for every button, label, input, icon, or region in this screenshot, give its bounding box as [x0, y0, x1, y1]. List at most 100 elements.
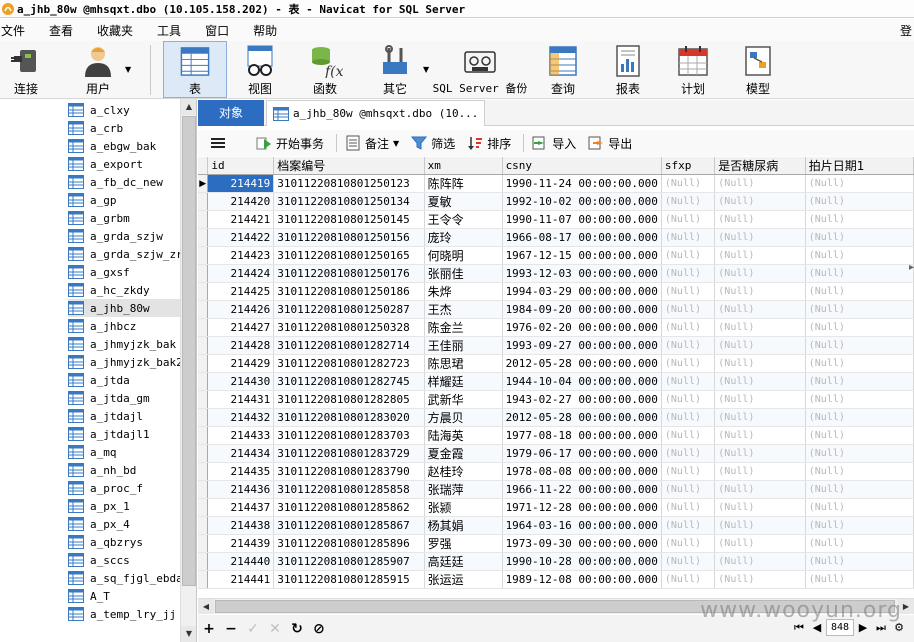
schedule-button[interactable]: 计划 — [671, 41, 715, 98]
table-row[interactable]: 214436 31011220810801285858 张瑞萍 1966-11-22 … — [198, 480, 914, 499]
table-row[interactable]: 214437 31011220810801285862 张颍 1971-12-28 0… — [198, 498, 914, 517]
cell-null[interactable]: (Null) — [805, 498, 914, 517]
cell-null[interactable]: (Null) — [805, 552, 914, 571]
cell-id[interactable]: 214433 — [207, 426, 275, 445]
cell-file-number[interactable]: 31011220810801285858 — [273, 480, 425, 499]
row-indicator[interactable] — [198, 516, 209, 535]
cell-null[interactable]: (Null) — [805, 174, 914, 193]
cell-file-number[interactable]: 31011220810801283020 — [273, 408, 425, 427]
row-indicator[interactable] — [198, 264, 209, 283]
tree-item-a-proc-f[interactable]: a_proc_f — [68, 479, 180, 497]
cell-birth-date[interactable]: 1993-12-03 00:00:00.000 — [502, 264, 662, 283]
table-row[interactable]: 214422 31011220810801250156 庞玲 1966-08-17 0… — [198, 228, 914, 247]
cell-file-number[interactable]: 31011220810801283729 — [273, 444, 425, 463]
cell-id[interactable]: 214432 — [207, 408, 275, 427]
tree-item-a-jhb-80w[interactable]: a_jhb_80w — [68, 299, 180, 317]
table-row[interactable]: 214427 31011220810801250328 陈金兰 1976-02-20 … — [198, 318, 914, 337]
cell-name[interactable]: 王令令 — [424, 210, 503, 229]
cell-null[interactable]: (Null) — [661, 210, 716, 229]
tree-item-a-jtda-gm[interactable]: a_jtda_gm — [68, 389, 180, 407]
cell-id[interactable]: 214426 — [207, 300, 275, 319]
cell-null[interactable]: (Null) — [661, 408, 716, 427]
cell-birth-date[interactable]: 1994-03-29 00:00:00.000 — [502, 282, 662, 301]
cell-null[interactable]: (Null) — [661, 336, 716, 355]
tree-item-a-crb[interactable]: a_crb — [68, 119, 180, 137]
cell-null[interactable]: (Null) — [714, 192, 806, 211]
tree-item-a-nh-bd[interactable]: a_nh_bd — [68, 461, 180, 479]
refresh-icon[interactable]: ↻ — [286, 621, 308, 637]
cell-null[interactable]: (Null) — [805, 318, 914, 337]
cell-null[interactable]: (Null) — [714, 372, 806, 391]
cell-null[interactable]: (Null) — [661, 552, 716, 571]
cell-id[interactable]: 214431 — [207, 390, 275, 409]
apply-check-icon[interactable]: ✓ — [242, 621, 264, 637]
cell-null[interactable]: (Null) — [714, 480, 806, 499]
cell-null[interactable]: (Null) — [714, 336, 806, 355]
column-header-xm[interactable]: xm — [424, 157, 503, 175]
table-row[interactable]: 214441 31011220810801285915 张运运 1989-12-08 … — [198, 570, 914, 589]
tab-table-data[interactable]: a_jhb_80w @mhsqxt.dbo (10... — [266, 100, 486, 126]
cell-id[interactable]: 214422 — [207, 228, 275, 247]
cell-null[interactable]: (Null) — [714, 246, 806, 265]
row-indicator[interactable] — [198, 300, 209, 319]
cell-id[interactable]: 214424 — [207, 264, 275, 283]
table-row[interactable]: 214438 31011220810801285867 杨其娟 1964-03-16 … — [198, 516, 914, 535]
cell-name[interactable]: 张瑞萍 — [424, 480, 503, 499]
tree-scroll-thumb[interactable] — [182, 116, 196, 586]
column-header-csny[interactable]: csny — [502, 157, 662, 175]
cell-id[interactable]: 214425 — [207, 282, 275, 301]
cell-null[interactable]: (Null) — [714, 444, 806, 463]
cell-file-number[interactable]: 31011220810801250145 — [273, 210, 425, 229]
note-dropdown-icon[interactable]: ▼ — [393, 139, 399, 148]
cell-null[interactable]: (Null) — [661, 390, 716, 409]
cell-null[interactable]: (Null) — [805, 264, 914, 283]
tab-objects[interactable]: 对象 — [198, 100, 264, 126]
tree-item-a-grbm[interactable]: a_grbm — [68, 209, 180, 227]
table-row[interactable]: 214439 31011220810801285896 罗强 1973-09-30 0… — [198, 534, 914, 553]
menu-file[interactable]: 文件 — [0, 22, 26, 39]
column-header-file-number[interactable]: 档案编号 — [273, 157, 425, 175]
tree-item-a-fb-dc-new[interactable]: a_fb_dc_new — [68, 173, 180, 191]
report-button[interactable]: 报表 — [606, 41, 650, 98]
other-dropdown-icon[interactable]: ▼ — [423, 65, 429, 74]
cell-birth-date[interactable]: 1966-11-22 00:00:00.000 — [502, 480, 662, 499]
cell-id[interactable]: 214437 — [207, 498, 275, 517]
tree-item-a-sccs[interactable]: a_sccs — [68, 551, 180, 569]
row-indicator[interactable] — [198, 354, 209, 373]
cell-id[interactable]: 214428 — [207, 336, 275, 355]
scroll-left-icon[interactable]: ◀ — [198, 599, 214, 614]
table-row[interactable]: 214421 31011220810801250145 王令令 1990-11-07 … — [198, 210, 914, 229]
row-indicator[interactable] — [198, 192, 209, 211]
cell-id[interactable]: 214438 — [207, 516, 275, 535]
cell-birth-date[interactable]: 1993-09-27 00:00:00.000 — [502, 336, 662, 355]
model-button[interactable]: 模型 — [736, 41, 780, 98]
cell-birth-date[interactable]: 1979-06-17 00:00:00.000 — [502, 444, 662, 463]
cell-birth-date[interactable]: 1964-03-16 00:00:00.000 — [502, 516, 662, 535]
tree-item-a-px-1[interactable]: a_px_1 — [68, 497, 180, 515]
cell-null[interactable]: (Null) — [714, 408, 806, 427]
cell-null[interactable]: (Null) — [805, 480, 914, 499]
row-indicator[interactable] — [198, 480, 209, 499]
cell-null[interactable]: (Null) — [714, 516, 806, 535]
cell-id[interactable]: 214429 — [207, 354, 275, 373]
tree-item-a-grda-szjw[interactable]: a_grda_szjw — [68, 227, 180, 245]
table-row[interactable]: 214428 31011220810801282714 王佳丽 1993-09-27 … — [198, 336, 914, 355]
row-indicator[interactable] — [198, 570, 209, 589]
tree-item-a-px-4[interactable]: a_px_4 — [68, 515, 180, 533]
cell-null[interactable]: (Null) — [661, 354, 716, 373]
cell-null[interactable]: (Null) — [661, 462, 716, 481]
user-dropdown-icon[interactable]: ▼ — [125, 65, 131, 74]
cell-name[interactable]: 赵桂玲 — [424, 462, 503, 481]
tree-item-a-jhmyjzk-bak[interactable]: a_jhmyjzk_bak — [68, 335, 180, 353]
cell-file-number[interactable]: 31011220810801283703 — [273, 426, 425, 445]
row-indicator[interactable] — [198, 444, 209, 463]
row-indicator[interactable] — [198, 282, 209, 301]
tree-item-a-grda-szjw-zry[interactable]: a_grda_szjw_zry — [68, 245, 189, 263]
cell-null[interactable]: (Null) — [805, 408, 914, 427]
begin-transaction-button[interactable]: 开始事务 — [256, 135, 324, 152]
tree-item-a-temp-lry-jj[interactable]: a_temp_lry_jj — [68, 605, 180, 623]
cell-id[interactable]: 214430 — [207, 372, 275, 391]
cell-name[interactable]: 庞玲 — [424, 228, 503, 247]
cell-birth-date[interactable]: 2012-05-28 00:00:00.000 — [502, 354, 662, 373]
row-indicator[interactable]: ▶ — [198, 174, 209, 193]
